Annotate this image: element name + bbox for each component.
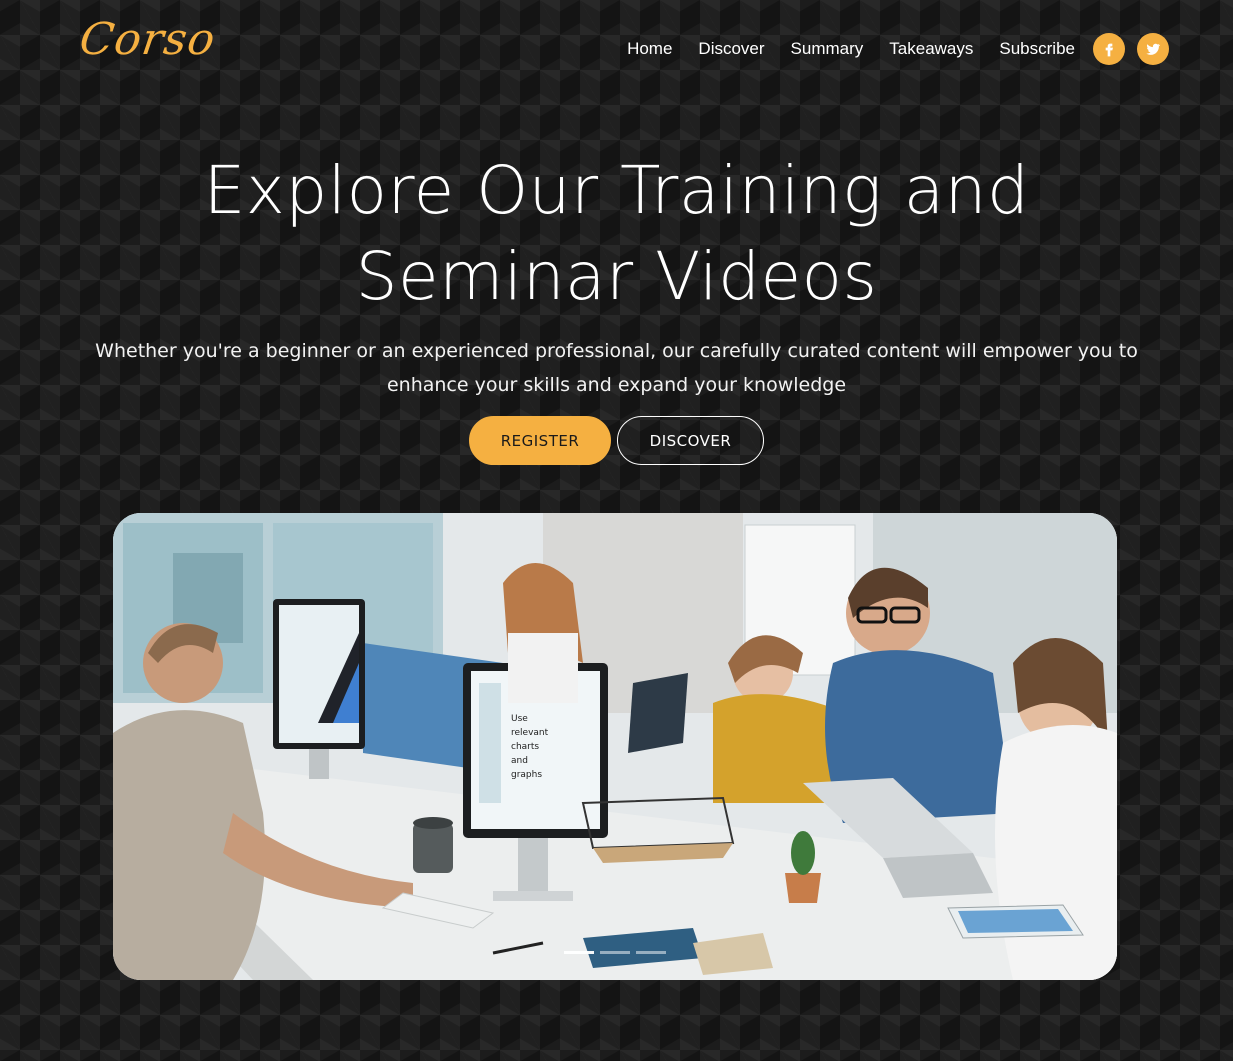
- nav-link-home[interactable]: Home: [627, 39, 672, 59]
- twitter-link[interactable]: [1137, 33, 1169, 65]
- nav-link-subscribe[interactable]: Subscribe: [999, 39, 1075, 59]
- monitor-text-line-5: graphs: [511, 770, 542, 780]
- nav-links: Home Discover Summary Takeaways Subscrib…: [601, 33, 1169, 65]
- brand-logo[interactable]: Corso: [76, 14, 218, 65]
- hero-title-line-1: Explore Our Training and: [203, 152, 1030, 229]
- register-button[interactable]: REGISTER: [469, 416, 611, 465]
- hero-title: Explore Our Training and Seminar Videos: [0, 148, 1233, 320]
- office-scene-illustration: Use relevant charts and graphs: [113, 513, 1117, 980]
- carousel-dot-2[interactable]: [600, 951, 630, 954]
- monitor-text-line-2: relevant: [511, 728, 549, 738]
- carousel-dot-3[interactable]: [636, 951, 666, 954]
- monitor-text-line-1: Use: [511, 714, 528, 724]
- facebook-icon: [1105, 43, 1113, 57]
- twitter-icon: [1146, 43, 1161, 55]
- hero-title-line-2: Seminar Videos: [355, 238, 878, 315]
- facebook-link[interactable]: [1093, 33, 1125, 65]
- monitor-text-line-3: charts: [511, 742, 539, 752]
- discover-button[interactable]: DISCOVER: [617, 416, 764, 465]
- hero-photo: Use relevant charts and graphs: [113, 513, 1117, 980]
- carousel-dot-1[interactable]: [564, 951, 594, 954]
- top-nav: Corso Home Discover Summary Takeaways Su…: [0, 0, 1233, 90]
- hero-buttons: REGISTER DISCOVER: [0, 416, 1233, 465]
- nav-link-discover[interactable]: Discover: [698, 39, 764, 59]
- nav-link-takeaways[interactable]: Takeaways: [889, 39, 973, 59]
- nav-link-summary[interactable]: Summary: [791, 39, 864, 59]
- carousel-indicators: [113, 951, 1117, 954]
- hero-subtitle: Whether you're a beginner or an experien…: [95, 340, 1138, 396]
- monitor-text-line-4: and: [511, 756, 528, 766]
